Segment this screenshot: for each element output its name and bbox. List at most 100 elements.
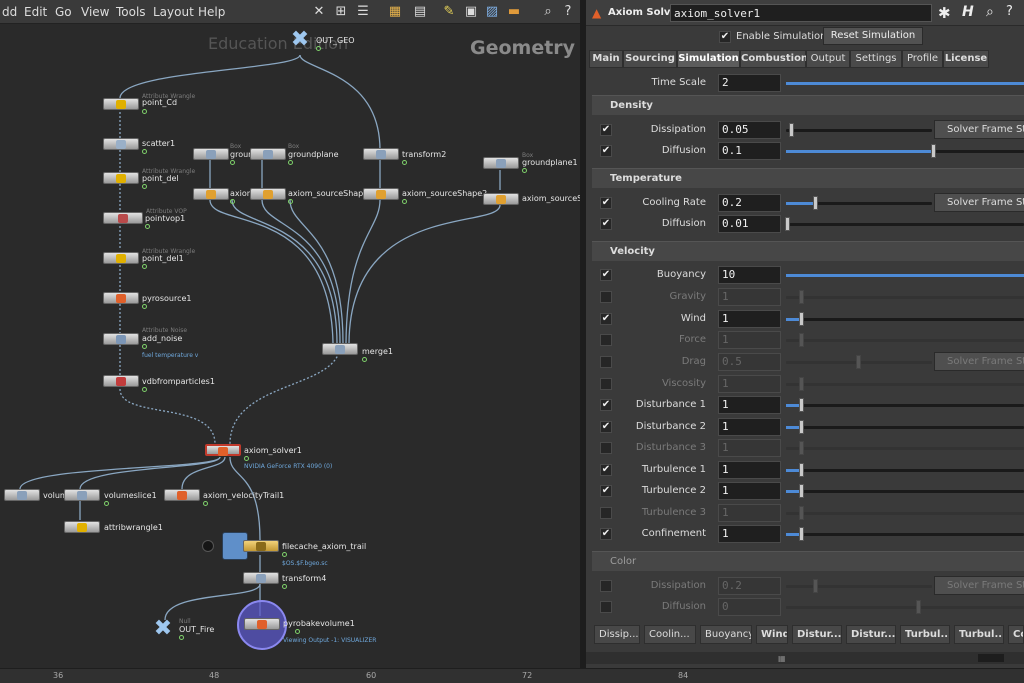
bottom-tab-turbulence-1[interactable]: Turbul... [900,625,950,644]
node-point-del1[interactable] [103,252,139,264]
tab-license[interactable]: License [943,50,989,68]
param-slider[interactable] [786,441,1024,455]
param-slider[interactable] [786,579,932,593]
param-field[interactable]: 1 [718,396,781,414]
slider-knob[interactable] [799,377,804,391]
param-field[interactable]: 1 [718,375,781,393]
param-slider[interactable] [786,144,1024,158]
param-checkbox[interactable] [600,291,612,303]
param-slider[interactable] [786,355,932,369]
param-field[interactable]: 0.5 [718,353,781,371]
display-flag-icon[interactable] [142,264,147,269]
node-add-noise[interactable] [103,333,139,345]
solver-frame-step-button[interactable]: Solver Frame Step [934,120,1024,139]
enable-simulation-checkbox[interactable]: ✔ [719,31,731,43]
display-flag-icon[interactable] [288,199,293,204]
h-icon[interactable]: H [962,4,974,20]
slider-knob[interactable] [799,527,804,541]
slider-knob[interactable] [799,463,804,477]
node-transform4[interactable] [243,572,279,584]
node-axiom-sourceshape2[interactable] [363,188,399,200]
gear-icon[interactable]: ✱ [938,4,951,22]
param-field[interactable]: 0.2 [718,194,781,212]
display-flag-icon[interactable] [142,149,147,154]
tab-settings[interactable]: Settings [850,50,902,68]
section-color[interactable]: Color [592,551,1024,571]
cache-toggle-icon[interactable] [202,540,214,552]
slider-knob[interactable] [931,144,936,158]
slider-knob[interactable] [799,441,804,455]
bottom-tab-wind[interactable]: Wind [756,625,788,644]
help-icon[interactable]: ? [1006,4,1013,19]
param-slider[interactable] [786,82,1024,85]
display-flag-icon[interactable] [104,501,109,506]
slider-knob[interactable] [799,420,804,434]
slider-knob[interactable] [856,355,861,369]
bottom-tab-confinement[interactable]: Co [1008,625,1024,644]
param-checkbox[interactable]: ✔ [600,145,612,157]
param-field[interactable]: 1 [718,418,781,436]
param-slider[interactable] [785,217,1024,231]
param-checkbox[interactable]: ✔ [600,528,612,540]
param-slider[interactable] [786,123,932,137]
param-slider[interactable] [786,290,1024,304]
display-flag-icon[interactable] [145,224,150,229]
node-volume[interactable] [4,489,40,501]
scroll-grip-icon[interactable]: ▦ [778,654,786,663]
param-field[interactable]: 1 [718,288,781,306]
bottom-tab-disturbance-1[interactable]: Distur... [792,625,842,644]
node-transform2[interactable] [363,148,399,160]
search-icon[interactable]: ⌕ [986,4,994,20]
out-fire-null-icon[interactable]: ✖ [150,618,176,640]
slider-knob[interactable] [799,398,804,412]
solver-frame-step-button[interactable]: Solver Frame Step [934,352,1024,371]
solver-frame-step-button[interactable]: Solver Frame Step [934,193,1024,212]
bottom-tab-cooling[interactable]: Coolin... [644,625,696,644]
timeline[interactable]: 36 48 60 72 84 [0,668,1024,683]
out-geo-null-icon[interactable]: ✖ [287,29,313,51]
param-checkbox[interactable] [600,507,612,519]
display-flag-icon[interactable] [244,456,249,461]
node-groundplane[interactable] [250,148,286,160]
display-flag-icon[interactable] [282,584,287,589]
param-slider[interactable] [786,274,1024,277]
slider-knob[interactable] [799,506,804,520]
param-slider[interactable] [786,506,1024,520]
param-field[interactable]: 0.2 [718,577,781,595]
node-pyrobakevolume1[interactable] [244,618,280,630]
param-field[interactable]: 1 [718,331,781,349]
node-axiom-solver1[interactable] [205,444,241,456]
param-checkbox[interactable]: ✔ [600,269,612,281]
slider-knob[interactable] [916,600,921,614]
param-field[interactable]: 0 [718,598,781,616]
param-field[interactable]: 0.05 [718,121,781,139]
node-point-cd[interactable] [103,98,139,110]
param-checkbox[interactable]: ✔ [600,313,612,325]
horizontal-scrollbar[interactable]: ▦ [586,652,1024,664]
param-slider[interactable] [786,398,1024,412]
display-flag-icon[interactable] [230,199,235,204]
param-field[interactable]: 0.01 [718,215,781,233]
display-flag-icon[interactable] [295,629,300,634]
display-flag-icon[interactable] [316,46,321,51]
slider-knob[interactable] [799,312,804,326]
node-axiom-sourceshape1[interactable] [250,188,286,200]
param-checkbox[interactable]: ✔ [600,218,612,230]
param-checkbox[interactable] [600,378,612,390]
node-groundplane1[interactable] [483,157,519,169]
slider-knob[interactable] [813,579,818,593]
reset-simulation-button[interactable]: Reset Simulation [823,27,923,45]
node-scatter1[interactable] [103,138,139,150]
network-editor[interactable]: dd Edit Go View Tools Layout Help ✕ ⊞ ☰ … [0,0,580,668]
param-slider[interactable] [786,377,1024,391]
tab-simulation[interactable]: Simulation [677,50,740,68]
param-field[interactable]: 1 [718,525,781,543]
param-field[interactable]: 1 [718,482,781,500]
node-attribwrangle1[interactable] [64,521,100,533]
param-slider[interactable] [786,600,1024,614]
param-slider[interactable] [786,484,1024,498]
param-field[interactable]: 1 [718,504,781,522]
param-checkbox[interactable] [600,356,612,368]
param-slider[interactable] [786,527,1024,541]
display-flag-icon[interactable] [203,501,208,506]
